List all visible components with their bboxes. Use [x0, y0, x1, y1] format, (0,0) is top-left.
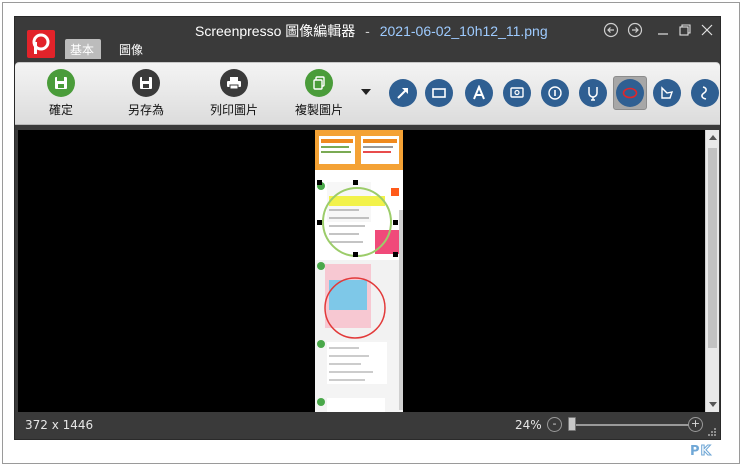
ok-label: 確定 [48, 103, 73, 117]
vertical-scrollbar[interactable] [705, 130, 719, 412]
copy-button[interactable]: 複製圖片 [290, 69, 348, 118]
app-logo[interactable] [27, 30, 55, 58]
save-as-icon [132, 69, 160, 97]
zoom-out-button[interactable]: - [547, 417, 562, 432]
ribbon-toolbar: 確定 另存為 列印圖片 複製圖片 [15, 62, 720, 125]
zoom-slider-track[interactable] [571, 424, 689, 426]
minimize-icon[interactable] [655, 22, 671, 38]
save-as-button[interactable]: 另存為 [121, 69, 171, 118]
window-title: Screenpresso 圖像編輯器 - 2021-06-02_10h12_11… [195, 21, 548, 41]
save-icon [47, 69, 75, 97]
text-icon[interactable] [465, 79, 493, 107]
image-canvas[interactable] [18, 130, 705, 412]
zoom-slider-thumb[interactable] [568, 417, 576, 431]
resize-grip-icon[interactable] [707, 427, 717, 437]
watermark-p: P [690, 444, 701, 459]
freehand-icon[interactable] [691, 79, 719, 107]
ok-button[interactable]: 確定 [41, 69, 81, 118]
zoom-in-button[interactable]: + [688, 417, 703, 432]
copy-icon [305, 69, 333, 97]
scroll-up-icon[interactable] [709, 135, 717, 140]
image-dimensions: 372 x 1446 [25, 418, 94, 432]
tab-image[interactable]: 圖像 [111, 39, 151, 59]
title-separator: - [365, 23, 370, 39]
numbered-step-icon[interactable] [541, 79, 569, 107]
watermark-k: K [700, 444, 712, 460]
ellipse-icon[interactable] [616, 79, 644, 107]
screenshot-thumbnail [315, 130, 403, 412]
app-name: Screenpresso [195, 23, 282, 39]
back-icon[interactable] [603, 22, 619, 38]
file-name: 2021-06-02_10h12_11.png [379, 23, 548, 39]
zoom-level: 24% [515, 418, 542, 432]
scroll-thumb[interactable] [708, 148, 717, 348]
editor-window: Screenpresso 圖像編輯器 - 2021-06-02_10h12_11… [14, 16, 721, 440]
print-button[interactable]: 列印圖片 [205, 69, 263, 118]
restore-icon[interactable] [677, 22, 693, 38]
title-bar: Screenpresso 圖像編輯器 - 2021-06-02_10h12_11… [15, 17, 720, 61]
tab-basic[interactable]: 基本 [65, 39, 101, 59]
polygon-icon[interactable] [653, 79, 681, 107]
watermark-logo: PK [690, 444, 712, 460]
status-bar: 372 x 1446 24% - + [15, 413, 720, 439]
rectangle-icon[interactable] [425, 79, 453, 107]
copy-label: 複製圖片 [294, 103, 343, 117]
editor-title: 圖像編輯器 [285, 23, 356, 39]
callout-icon[interactable] [503, 79, 531, 107]
print-label: 列印圖片 [209, 103, 258, 117]
save-as-label: 另存為 [127, 103, 164, 117]
more-dropdown-icon[interactable] [361, 89, 371, 95]
arrow-icon[interactable] [389, 79, 417, 107]
printer-icon [220, 69, 248, 97]
forward-icon[interactable] [627, 22, 643, 38]
scroll-down-icon[interactable] [709, 402, 717, 407]
close-icon[interactable] [699, 22, 715, 38]
highlighter-icon[interactable] [579, 79, 607, 107]
